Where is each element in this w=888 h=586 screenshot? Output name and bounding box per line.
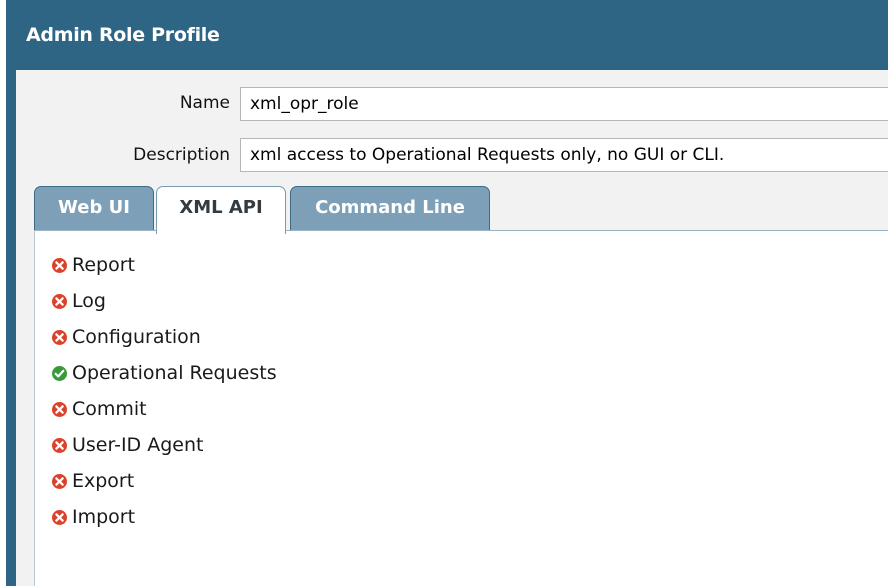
x-circle-icon[interactable] xyxy=(51,257,68,274)
x-circle-icon[interactable] xyxy=(51,293,68,310)
permission-item[interactable]: User-ID Agent xyxy=(51,427,277,463)
permission-label: Configuration xyxy=(72,326,201,348)
x-circle-icon[interactable] xyxy=(51,437,68,454)
permission-label: Operational Requests xyxy=(72,362,277,384)
permission-item[interactable]: Log xyxy=(51,283,277,319)
permission-item[interactable]: Configuration xyxy=(51,319,277,355)
permission-label: Report xyxy=(72,254,135,276)
name-label: Name xyxy=(179,93,230,113)
permission-label: Export xyxy=(72,470,135,492)
permission-item[interactable]: Operational Requests xyxy=(51,355,277,391)
x-circle-icon[interactable] xyxy=(51,329,68,346)
permission-label: Commit xyxy=(72,398,147,420)
x-circle-icon[interactable] xyxy=(51,509,68,526)
permission-item[interactable]: Export xyxy=(51,463,277,499)
dialog-title: Admin Role Profile xyxy=(26,24,220,46)
tab-command-line[interactable]: Command Line xyxy=(290,186,490,232)
x-circle-icon[interactable] xyxy=(51,401,68,418)
name-field[interactable]: xml_opr_role xyxy=(240,87,888,121)
permission-label: User-ID Agent xyxy=(72,434,204,456)
permission-list: Report Log Configuration Operational Reques… xyxy=(51,247,277,535)
description-label: Description xyxy=(133,145,230,165)
permission-item[interactable]: Commit xyxy=(51,391,277,427)
permission-item[interactable]: Report xyxy=(51,247,277,283)
tab-xml-api[interactable]: XML API xyxy=(156,186,286,234)
x-circle-icon[interactable] xyxy=(51,473,68,490)
check-circle-icon[interactable] xyxy=(51,365,68,382)
permission-label: Log xyxy=(72,290,106,312)
permission-item[interactable]: Import xyxy=(51,499,277,535)
tab-content-xml-api: Report Log Configuration Operational Reques… xyxy=(34,230,888,586)
tab-web-ui[interactable]: Web UI xyxy=(34,186,154,232)
description-field[interactable]: xml access to Operational Requests only,… xyxy=(240,138,888,172)
permission-label: Import xyxy=(72,506,136,528)
